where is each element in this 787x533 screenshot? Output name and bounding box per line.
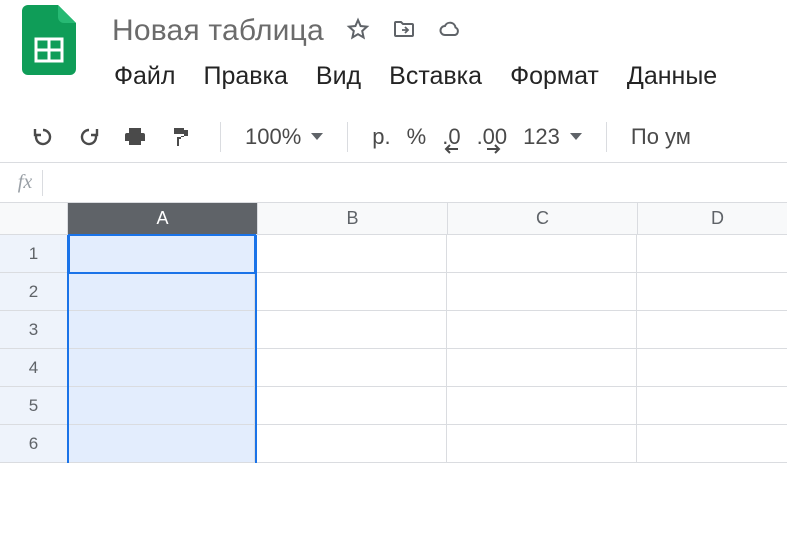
menu-edit[interactable]: Правка [203, 62, 287, 91]
cell[interactable] [69, 425, 255, 463]
format-as-currency-button[interactable]: р. [372, 124, 390, 150]
format-as-percent-button[interactable]: % [407, 124, 427, 150]
redo-button[interactable] [74, 122, 104, 152]
cell[interactable] [69, 311, 255, 349]
menu-format[interactable]: Формат [510, 62, 599, 91]
row-header[interactable]: 5 [0, 387, 68, 425]
toolbar-separator [347, 122, 348, 152]
select-all-corner[interactable] [0, 203, 68, 235]
row-header[interactable]: 3 [0, 311, 68, 349]
column-header-c[interactable]: C [448, 203, 638, 235]
print-button[interactable] [120, 122, 150, 152]
row-header[interactable]: 1 [0, 235, 68, 273]
cell[interactable] [69, 349, 255, 387]
cell[interactable] [637, 425, 787, 463]
fx-separator [42, 170, 43, 196]
cell[interactable] [447, 235, 637, 273]
cell[interactable] [637, 273, 787, 311]
increase-decimal-button[interactable]: .00 [477, 124, 508, 150]
cell[interactable] [257, 311, 447, 349]
menu-insert[interactable]: Вставка [389, 62, 482, 91]
decrease-decimal-button[interactable]: .0 [442, 124, 460, 150]
formula-bar: fx [0, 163, 787, 203]
cell[interactable] [69, 387, 255, 425]
undo-button[interactable] [28, 122, 58, 152]
formula-input[interactable] [51, 163, 787, 202]
menu-view[interactable]: Вид [316, 62, 361, 91]
column-header-d[interactable]: D [638, 203, 787, 235]
cell[interactable] [257, 273, 447, 311]
number-format-label: 123 [523, 124, 560, 150]
menu-bar: Файл Правка Вид Вставка Формат Данные [0, 52, 787, 97]
column-header-a[interactable]: A [68, 203, 258, 235]
zoom-dropdown[interactable]: 100% [245, 124, 323, 150]
cell[interactable] [257, 235, 447, 273]
row-header[interactable]: 6 [0, 425, 68, 463]
cell[interactable] [69, 273, 255, 311]
cell[interactable] [637, 235, 787, 273]
cell[interactable] [447, 387, 637, 425]
chevron-down-icon [311, 133, 323, 140]
cell[interactable] [637, 387, 787, 425]
sheets-app-icon[interactable] [22, 5, 76, 75]
star-icon[interactable] [346, 17, 370, 46]
cell[interactable] [447, 349, 637, 387]
toolbar: 100% р. % .0 .00 123 По ум [0, 111, 787, 163]
menu-file[interactable]: Файл [114, 62, 175, 91]
spreadsheet-grid: A B C D 1 2 3 4 5 6 [0, 203, 787, 463]
cell[interactable] [637, 311, 787, 349]
font-dropdown[interactable]: По ум [631, 124, 691, 150]
row-header[interactable]: 4 [0, 349, 68, 387]
cell[interactable] [637, 349, 787, 387]
cell[interactable] [257, 387, 447, 425]
number-format-dropdown[interactable]: 123 [523, 124, 582, 150]
cell[interactable] [447, 311, 637, 349]
column-header-b[interactable]: B [258, 203, 448, 235]
cell[interactable] [257, 425, 447, 463]
cell[interactable] [69, 235, 255, 273]
fx-label: fx [8, 171, 42, 194]
cell[interactable] [447, 273, 637, 311]
toolbar-separator [220, 122, 221, 152]
cloud-status-icon[interactable] [438, 17, 462, 46]
paint-format-button[interactable] [166, 122, 196, 152]
cell[interactable] [257, 349, 447, 387]
menu-data[interactable]: Данные [627, 62, 717, 91]
zoom-value: 100% [245, 124, 301, 150]
cell[interactable] [447, 425, 637, 463]
toolbar-separator [606, 122, 607, 152]
chevron-down-icon [570, 133, 582, 140]
move-to-folder-icon[interactable] [392, 17, 416, 46]
row-header[interactable]: 2 [0, 273, 68, 311]
document-title[interactable]: Новая таблица [112, 14, 324, 48]
